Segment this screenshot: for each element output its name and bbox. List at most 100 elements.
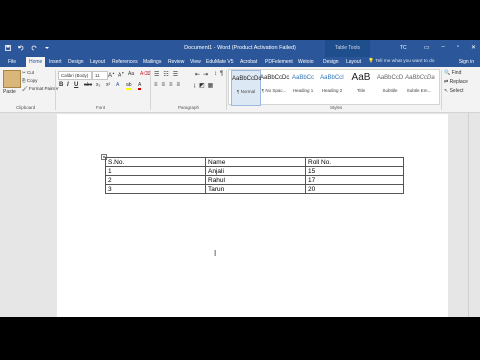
word-window: Document1 - Word (Product Activation Fai… <box>0 40 480 317</box>
table-header-cell[interactable]: S.No. <box>105 157 206 167</box>
shrink-font-icon[interactable]: A▼ <box>118 71 124 79</box>
font-color-icon[interactable]: A <box>138 82 142 90</box>
bold-icon[interactable]: B <box>59 82 63 88</box>
separator <box>150 70 151 110</box>
sign-in-link[interactable]: Sign in <box>459 59 474 65</box>
style-title[interactable]: AaB Title <box>347 70 375 104</box>
table-cell[interactable]: 1 <box>105 166 206 176</box>
spacing-shading-buttons[interactable]: ↨◩▦ <box>193 82 216 89</box>
sort-icon[interactable]: ↕ <box>214 71 217 77</box>
find-button[interactable]: 🔍 Find <box>444 70 468 76</box>
table-row: 1 Anjali 15 <box>105 166 404 176</box>
tab-wetoio[interactable]: Wetoio <box>298 59 313 65</box>
table-cell[interactable]: 20 <box>305 184 404 194</box>
indent-buttons[interactable]: ⇤⇥ <box>195 71 211 78</box>
style-name: ¶ No Spac... <box>261 88 287 93</box>
style-name: Title <box>356 88 366 93</box>
tab-edumate[interactable]: EduMate V5 <box>206 59 234 65</box>
tell-me-box[interactable]: 💡 Tell me what you want to do <box>368 59 434 64</box>
title-bar: Document1 - Word (Product Activation Fai… <box>0 40 480 57</box>
maximize-icon[interactable]: ▫ <box>457 44 459 51</box>
style-preview: AaBbCc <box>291 75 314 81</box>
table-cell[interactable]: 15 <box>305 166 404 176</box>
close-icon[interactable]: ✕ <box>471 44 476 51</box>
tab-home[interactable]: Home <box>26 57 46 67</box>
separator <box>441 70 442 110</box>
style-no-spacing[interactable]: AaBbCcDc ¶ No Spac... <box>260 70 289 104</box>
select-label: Select <box>449 88 464 94</box>
tab-table-layout[interactable]: Layout <box>346 59 361 65</box>
paste-label[interactable]: Paste <box>3 89 16 95</box>
tab-insert[interactable]: Insert <box>49 59 62 65</box>
table-cell[interactable]: Tarun <box>205 184 306 194</box>
table-cell[interactable]: 17 <box>305 175 404 185</box>
tab-acrobat[interactable]: Acrobat <box>240 59 257 65</box>
table-header-cell[interactable]: Name <box>205 157 306 167</box>
tab-design[interactable]: Design <box>68 59 84 65</box>
style-heading-1[interactable]: AaBbCc Heading 1 <box>289 70 317 104</box>
cut-button[interactable]: ✂ Cut <box>22 70 34 76</box>
table-row: 3 Tarun 20 <box>105 184 404 194</box>
tab-table-design[interactable]: Design <box>323 59 339 65</box>
underline-icon[interactable]: U <box>74 82 78 88</box>
style-preview: AaB <box>351 72 371 83</box>
group-label-paragraph: Paragraph <box>178 105 200 110</box>
grow-font-icon[interactable]: A▲ <box>108 71 115 79</box>
style-preview: AaBbCcI <box>320 75 344 81</box>
table-header-cell[interactable]: Roll No. <box>305 157 404 167</box>
table-cell[interactable]: Anjali <box>205 166 306 176</box>
tab-mailings[interactable]: Mailings <box>143 59 161 65</box>
text-effects-icon[interactable]: A <box>116 82 119 88</box>
group-label-font: Font <box>96 105 106 110</box>
tab-layout[interactable]: Layout <box>90 59 105 65</box>
table-cell[interactable]: Rahul <box>205 175 306 185</box>
list-buttons[interactable]: ☰☷☰ <box>154 71 182 78</box>
style-preview: AaBbCcD <box>376 75 404 81</box>
alignment-buttons[interactable]: ≡≡≡≡ <box>154 82 184 88</box>
document-page[interactable]: ✥ S.No. Name Roll No. 1 Anjali 15 2 Rahu… <box>57 114 448 317</box>
highlight-icon[interactable]: ab <box>126 82 132 90</box>
minimize-icon[interactable]: – <box>441 44 444 51</box>
style-name: Heading 2 <box>321 88 343 93</box>
document-table[interactable]: S.No. Name Roll No. 1 Anjali 15 2 Rahul … <box>105 157 404 194</box>
styles-gallery: AaBbCcDc ¶ Normal AaBbCcDc ¶ No Spac... Aa… <box>228 69 440 106</box>
font-size-box[interactable]: 11 <box>92 71 108 80</box>
table-tools-context: Table Tools <box>325 40 370 57</box>
window-controls: ▭ – ▫ ✕ <box>424 44 476 51</box>
clear-formatting-icon[interactable]: A⌫ <box>140 71 150 77</box>
style-name: Subtle Em... <box>406 88 432 93</box>
tab-review[interactable]: Review <box>168 59 184 65</box>
tab-pdfelement[interactable]: PDFelement <box>265 59 293 65</box>
table-cell[interactable]: 3 <box>105 184 206 194</box>
tab-file[interactable]: File <box>8 59 16 65</box>
style-name: Subtitle <box>382 88 398 93</box>
copy-button[interactable]: ⎘ Copy <box>22 78 37 83</box>
font-name-box[interactable]: Calibri (Body) <box>58 71 92 80</box>
tab-references[interactable]: References <box>112 59 138 65</box>
separator <box>55 70 56 110</box>
format-painter-button[interactable]: 🖌 Format Painter <box>22 86 59 92</box>
superscript-icon[interactable]: x² <box>106 82 110 88</box>
paste-icon[interactable] <box>3 70 21 88</box>
vertical-scrollbar[interactable] <box>468 113 476 317</box>
change-case-icon[interactable]: Aa <box>128 71 134 77</box>
style-normal[interactable]: AaBbCcDc ¶ Normal <box>231 70 261 106</box>
style-subtle-emphasis[interactable]: AaBbCcDa Subtle Em... <box>405 70 435 104</box>
subscript-icon[interactable]: x₂ <box>96 82 100 88</box>
cut-label: Cut <box>27 70 35 75</box>
select-button[interactable]: ↖ Select <box>444 88 468 94</box>
ribbon-display-icon[interactable]: ▭ <box>424 44 430 51</box>
tab-view[interactable]: View <box>190 59 201 65</box>
strikethrough-icon[interactable]: abc <box>84 82 92 88</box>
style-heading-2[interactable]: AaBbCcI Heading 2 <box>318 70 346 104</box>
table-cell[interactable]: 2 <box>105 175 206 185</box>
user-initials[interactable]: TC <box>400 45 407 51</box>
group-label-clipboard: Clipboard <box>16 105 36 110</box>
italic-icon[interactable]: I <box>67 82 69 88</box>
style-subtitle[interactable]: AaBbCcD Subtitle <box>376 70 404 104</box>
document-canvas: ✥ S.No. Name Roll No. 1 Anjali 15 2 Rahu… <box>0 113 480 317</box>
ribbon: Paste ✂ Cut ⎘ Copy 🖌 Format Painter Clip… <box>0 67 480 113</box>
pilcrow-icon[interactable]: ¶ <box>220 71 223 77</box>
replace-button[interactable]: ⇄ Replace <box>444 79 468 85</box>
style-preview: AaBbCcDa <box>405 75 435 81</box>
